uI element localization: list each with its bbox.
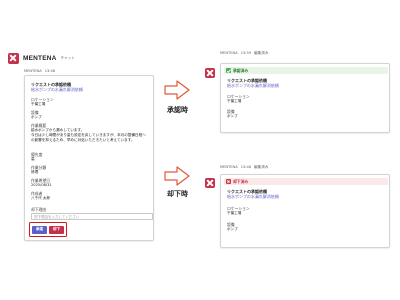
status-text: 却下済み: [233, 178, 249, 184]
rejected-card: 却下済み リクエストの承認依頼 給水ポンプの水漏れ解消依頼 ロケーション 千葉工…: [220, 174, 390, 248]
edited-indicator: 編集済み: [254, 165, 269, 169]
field-value-author: 八千代 太郎: [31, 196, 51, 200]
field-value-work-type: 修理: [31, 170, 39, 174]
status-text: 承認済み: [233, 67, 249, 73]
approve-button[interactable]: 承認: [32, 225, 47, 234]
field-value-location: 千葉工場: [227, 99, 242, 103]
tab-chat[interactable]: チャット: [61, 56, 75, 61]
app-name: MENTENA: [23, 54, 57, 62]
field-value-desired-date: 2025/08/31: [31, 183, 52, 187]
reject-reason-input[interactable]: [31, 213, 153, 220]
sender-name: MENTENA: [220, 165, 238, 169]
message-meta: MENTENA 13:48 編集済み: [220, 165, 271, 170]
field-value-location: 千葉工場: [31, 102, 46, 106]
message-time: 13:48: [44, 69, 56, 73]
message-time: 13:48: [240, 165, 252, 169]
sender-name: MENTENA: [24, 69, 42, 73]
arrow-right-icon: [164, 166, 190, 186]
field-value-equipment: ポンプ: [227, 114, 238, 118]
close-icon: [226, 179, 231, 184]
field-value-summary-line-2: 今日は少し時間があり量も設定を戻していきますが、本月の整備日程への影響を抑えるた…: [31, 133, 146, 142]
app-header: MENTENA チャット: [8, 52, 75, 64]
sender-name: MENTENA: [220, 51, 238, 55]
request-link[interactable]: 給水ポンプの水漏れ解消依頼: [227, 194, 279, 200]
field-value-location: 千葉工場: [227, 211, 242, 215]
message-time: 13:59: [240, 51, 252, 55]
reject-button[interactable]: 却下: [49, 225, 64, 234]
rejected-case-label: 却下時: [167, 190, 188, 198]
bot-avatar-icon: [205, 68, 215, 78]
request-link[interactable]: 給水ポンプの水漏れ解消依頼: [227, 83, 279, 89]
message-meta: MENTENA 13:48: [24, 69, 58, 73]
approved-case-label: 承認時: [167, 106, 188, 114]
field-value-equipment: ポンプ: [227, 227, 238, 231]
status-badge-approved: 承認済み: [224, 67, 388, 74]
status-badge-rejected: 却下済み: [224, 178, 388, 185]
field-value-priority: 高: [31, 157, 35, 161]
arrow-right-icon: [164, 80, 190, 100]
check-icon: [226, 68, 231, 73]
edited-indicator: 編集済み: [254, 51, 269, 55]
approval-request-card: リクエストの承認依頼 給水ポンプの水漏れ解消依頼 ロケーション 千葉工場 設備 …: [24, 75, 154, 241]
bot-avatar-icon: [205, 178, 215, 188]
app-logo-icon: [8, 52, 19, 64]
field-value-equipment: ポンプ: [31, 115, 42, 119]
approved-card: 承認済み リクエストの承認依頼 給水ポンプの水漏れ解消依頼 ロケーション 千葉工…: [220, 63, 390, 133]
request-link[interactable]: 給水ポンプの水漏れ解消依頼: [31, 87, 83, 93]
message-meta: MENTENA 13:59 編集済み: [220, 51, 271, 56]
